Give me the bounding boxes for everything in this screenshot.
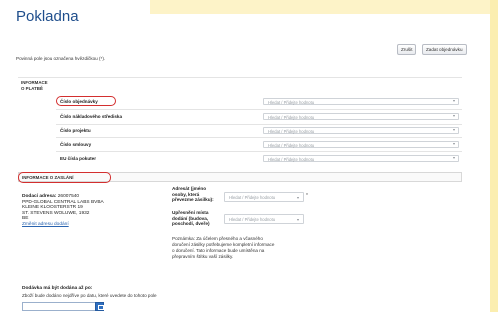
delivery-date-input[interactable] (22, 302, 104, 311)
chevron-down-icon (297, 197, 299, 199)
select-placeholder: Hledat / Přidejte hodnotu (268, 99, 315, 105)
eu-numbers-select[interactable]: Hledat / Přidejte hodnotu (263, 155, 459, 162)
cancel-button[interactable]: Zrušit (397, 44, 417, 55)
recipient-label: Adresát (jméno osoby, která převezme zás… (172, 186, 214, 203)
top-decoration-band (150, 0, 498, 14)
select-placeholder: Hledat / Přidejte hodnotu (268, 128, 315, 134)
billing-section-title: INFORMACE O PLATBĚ (21, 80, 48, 91)
delivery-after-title: Dodávka má být dodána až po: (22, 286, 93, 291)
divider (56, 124, 462, 125)
eu-numbers-label: EU čísla pokuter (60, 156, 96, 161)
order-number-select[interactable]: Hledat / Přidejte hodnotu (263, 98, 459, 105)
required-fields-note: Povinná pole jsou označena hvězdičkou (*… (16, 56, 106, 61)
divider (18, 77, 462, 78)
shipping-section-title: INFORMACE O ZASLÁNÍ (22, 174, 74, 180)
page-title: Pokladna (16, 8, 79, 25)
select-placeholder: Hledat / Přidejte hodnotu (268, 114, 315, 120)
contract-number-select[interactable]: Hledat / Přidejte hodnotu (263, 141, 459, 148)
delivery-address-label: Dodací adresa: (22, 194, 57, 199)
shipping-note: Poznámka: Za účelem přesného a včasného … (172, 236, 275, 259)
select-placeholder: Hledat / Přidejte hodnotu (229, 195, 276, 200)
chevron-down-icon (453, 129, 455, 131)
cost-center-select[interactable]: Hledat / Přidejte hodnotu (263, 113, 459, 120)
chevron-down-icon (453, 115, 455, 117)
divider (56, 109, 462, 110)
delivery-location-select[interactable]: Hledat / Přidejte hodnotu (224, 214, 304, 224)
select-placeholder: Hledat / Přidejte hodnotu (229, 217, 276, 222)
place-order-button[interactable]: Zadat objednávku (422, 44, 467, 55)
delivery-address: Dodací adresa: 26007540 PPD-GLOBAL CENTR… (22, 194, 104, 228)
project-number-label: Číslo projektu (60, 128, 91, 133)
delivery-address-number: 26007540 (57, 194, 80, 199)
chevron-down-icon (453, 143, 455, 145)
delivery-location-label: Upřesnění místa dodání (budova, poschodí… (172, 210, 210, 227)
change-address-link[interactable]: Změnit adresu dodání (22, 222, 69, 227)
divider (56, 137, 462, 138)
select-placeholder: Hledat / Přidejte hodnotu (268, 156, 315, 162)
chevron-down-icon (453, 100, 455, 102)
divider (56, 151, 462, 152)
calendar-icon[interactable] (95, 302, 104, 311)
required-star: * (306, 193, 308, 199)
select-placeholder: Hledat / Přidejte hodnotu (268, 142, 315, 148)
project-number-select[interactable]: Hledat / Přidejte hodnotu (263, 127, 459, 134)
delivery-after-subtitle: Zboží bude dodáno nejdříve po datu, kter… (22, 293, 157, 298)
contract-number-label: Číslo smlouvy (60, 142, 92, 147)
right-decoration-band (490, 0, 498, 312)
order-number-label: Číslo objednávky (60, 99, 98, 104)
chevron-down-icon (453, 157, 455, 159)
cost-center-label: Číslo nákladového střediska (60, 114, 123, 119)
chevron-down-icon (297, 219, 299, 221)
recipient-select[interactable]: Hledat / Přidejte hodnotu (224, 192, 304, 202)
